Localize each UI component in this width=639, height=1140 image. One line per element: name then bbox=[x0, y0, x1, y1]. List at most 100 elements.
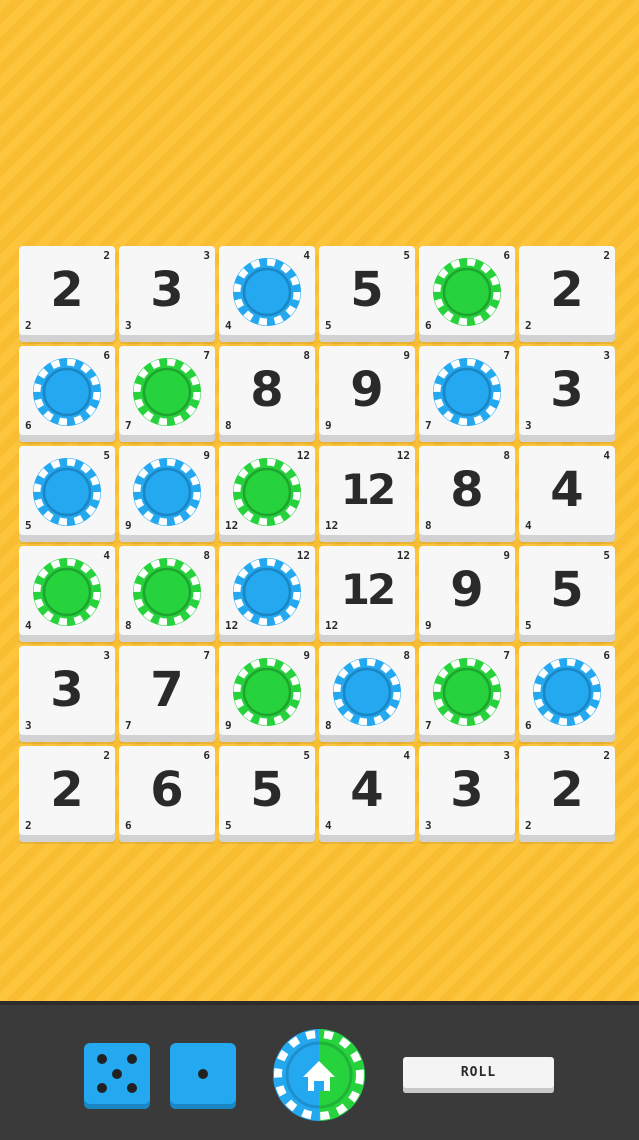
tile-corner-label-top: 2 bbox=[103, 749, 110, 762]
die-2[interactable] bbox=[170, 1043, 236, 1109]
tile-corner-label-top: 7 bbox=[203, 349, 210, 362]
tile-corner-label-top: 6 bbox=[203, 749, 210, 762]
board-tile[interactable]: 77 bbox=[419, 646, 515, 742]
board-tile[interactable]: 12 12 bbox=[219, 446, 315, 542]
green-chip-icon bbox=[33, 558, 101, 626]
board-tile[interactable]: 44 bbox=[219, 246, 315, 342]
board-tile[interactable]: 3 3 3 bbox=[419, 746, 515, 842]
tile-corner-label-bottom: 6 bbox=[25, 419, 32, 432]
tile-number: 5 bbox=[550, 562, 584, 618]
board-tile[interactable]: 3 3 3 bbox=[519, 346, 615, 442]
tile-corner-label-bottom: 6 bbox=[525, 719, 532, 732]
board-tile[interactable]: 6 6 6 bbox=[119, 746, 215, 842]
tile-number: 3 bbox=[550, 362, 584, 418]
board-tile[interactable]: 7 7 7 bbox=[119, 646, 215, 742]
home-button[interactable] bbox=[273, 1029, 365, 1121]
tile-corner-label-bottom: 5 bbox=[25, 519, 32, 532]
tile-corner-label-bottom: 12 bbox=[325, 519, 339, 532]
tile-corner-label-top: 6 bbox=[103, 349, 110, 362]
tile-corner-label-bottom: 5 bbox=[325, 319, 332, 332]
tile-corner-label-bottom: 6 bbox=[425, 319, 432, 332]
board-tile[interactable]: 66 bbox=[519, 646, 615, 742]
die-1[interactable] bbox=[84, 1043, 150, 1109]
blue-chip-icon bbox=[333, 658, 401, 726]
tile-corner-label-top: 8 bbox=[203, 549, 210, 562]
tile-corner-label-bottom: 9 bbox=[425, 619, 432, 632]
tile-corner-label-top: 2 bbox=[603, 749, 610, 762]
die-pip bbox=[127, 1054, 138, 1065]
tile-number: 3 bbox=[50, 662, 84, 718]
board-tile[interactable]: 2 2 2 bbox=[19, 746, 115, 842]
tile-corner-label-bottom: 2 bbox=[525, 319, 532, 332]
board-tile[interactable]: 4 4 4 bbox=[319, 746, 415, 842]
roll-button[interactable]: ROLL bbox=[403, 1057, 554, 1093]
tile-number: 12 bbox=[340, 565, 396, 614]
board-tile[interactable]: 88 bbox=[119, 546, 215, 642]
tile-number: 8 bbox=[250, 362, 284, 418]
tile-number: 3 bbox=[150, 262, 184, 318]
tile-corner-label-top: 5 bbox=[303, 749, 310, 762]
tile-corner-label-top: 9 bbox=[303, 649, 310, 662]
green-chip-icon bbox=[233, 458, 301, 526]
tile-corner-label-top: 9 bbox=[203, 449, 210, 462]
tile-corner-label-top: 6 bbox=[503, 249, 510, 262]
tile-corner-label-bottom: 9 bbox=[225, 719, 232, 732]
board-tile[interactable]: 12 12 12 bbox=[319, 546, 415, 642]
tile-corner-label-bottom: 8 bbox=[225, 419, 232, 432]
tile-corner-label-bottom: 6 bbox=[125, 819, 132, 832]
tile-corner-label-top: 5 bbox=[103, 449, 110, 462]
tile-corner-label-bottom: 2 bbox=[25, 319, 32, 332]
board-tile[interactable]: 2 2 2 bbox=[519, 746, 615, 842]
board-tile[interactable]: 44 bbox=[19, 546, 115, 642]
tile-corner-label-top: 12 bbox=[296, 449, 310, 462]
tile-corner-label-top: 12 bbox=[396, 549, 410, 562]
board-tile[interactable]: 9 9 9 bbox=[419, 546, 515, 642]
green-chip-icon bbox=[433, 658, 501, 726]
board-tile[interactable]: 99 bbox=[119, 446, 215, 542]
board-tile[interactable]: 2 2 2 bbox=[19, 246, 115, 342]
tile-corner-label-bottom: 3 bbox=[525, 419, 532, 432]
tile-corner-label-bottom: 7 bbox=[425, 719, 432, 732]
board-tile[interactable]: 5 5 5 bbox=[219, 746, 315, 842]
tile-corner-label-top: 2 bbox=[603, 249, 610, 262]
game-board: 2 2 2 3 3 3 4 4 5 5 5 6 6 2 2 2 6 6 7 7 8 8 8 9 9 9 7 7 3 3 3 5 5 9 9 12 12 1… bbox=[19, 246, 619, 846]
board-tile[interactable]: 3 3 3 bbox=[19, 646, 115, 742]
board-tile[interactable]: 77 bbox=[119, 346, 215, 442]
board-tile[interactable]: 2 2 2 bbox=[519, 246, 615, 342]
tile-corner-label-top: 9 bbox=[503, 549, 510, 562]
die-pip bbox=[112, 1068, 122, 1079]
tile-number: 5 bbox=[250, 762, 284, 818]
board-tile[interactable]: 5 5 5 bbox=[519, 546, 615, 642]
tile-number: 9 bbox=[450, 562, 484, 618]
board-tile[interactable]: 4 4 4 bbox=[519, 446, 615, 542]
board-tile[interactable]: 5 5 5 bbox=[319, 246, 415, 342]
tile-number: 2 bbox=[50, 762, 84, 818]
tile-corner-label-top: 12 bbox=[396, 449, 410, 462]
tile-corner-label-bottom: 3 bbox=[425, 819, 432, 832]
tile-corner-label-bottom: 7 bbox=[425, 419, 432, 432]
board-tile[interactable]: 55 bbox=[19, 446, 115, 542]
die-pip bbox=[96, 1082, 107, 1093]
tile-corner-label-bottom: 2 bbox=[25, 819, 32, 832]
board-tile[interactable]: 9 9 9 bbox=[319, 346, 415, 442]
board-tile[interactable]: 12 12 bbox=[219, 546, 315, 642]
board-tile[interactable]: 66 bbox=[419, 246, 515, 342]
board-tile[interactable]: 99 bbox=[219, 646, 315, 742]
die-pip bbox=[96, 1054, 107, 1065]
board-tile[interactable]: 8 8 8 bbox=[219, 346, 315, 442]
tile-corner-label-bottom: 12 bbox=[225, 519, 239, 532]
die-pip bbox=[198, 1068, 208, 1079]
board-tile[interactable]: 12 12 12 bbox=[319, 446, 415, 542]
board-tile[interactable]: 8 8 8 bbox=[419, 446, 515, 542]
tile-corner-label-bottom: 5 bbox=[225, 819, 232, 832]
board-tile[interactable]: 77 bbox=[419, 346, 515, 442]
board-tile[interactable]: 3 3 3 bbox=[119, 246, 215, 342]
green-chip-icon bbox=[233, 658, 301, 726]
tile-number: 4 bbox=[550, 462, 584, 518]
tile-number: 12 bbox=[340, 465, 396, 514]
tile-corner-label-top: 8 bbox=[403, 649, 410, 662]
board-tile[interactable]: 88 bbox=[319, 646, 415, 742]
tile-corner-label-top: 7 bbox=[203, 649, 210, 662]
board-tile[interactable]: 66 bbox=[19, 346, 115, 442]
tile-corner-label-top: 3 bbox=[503, 749, 510, 762]
